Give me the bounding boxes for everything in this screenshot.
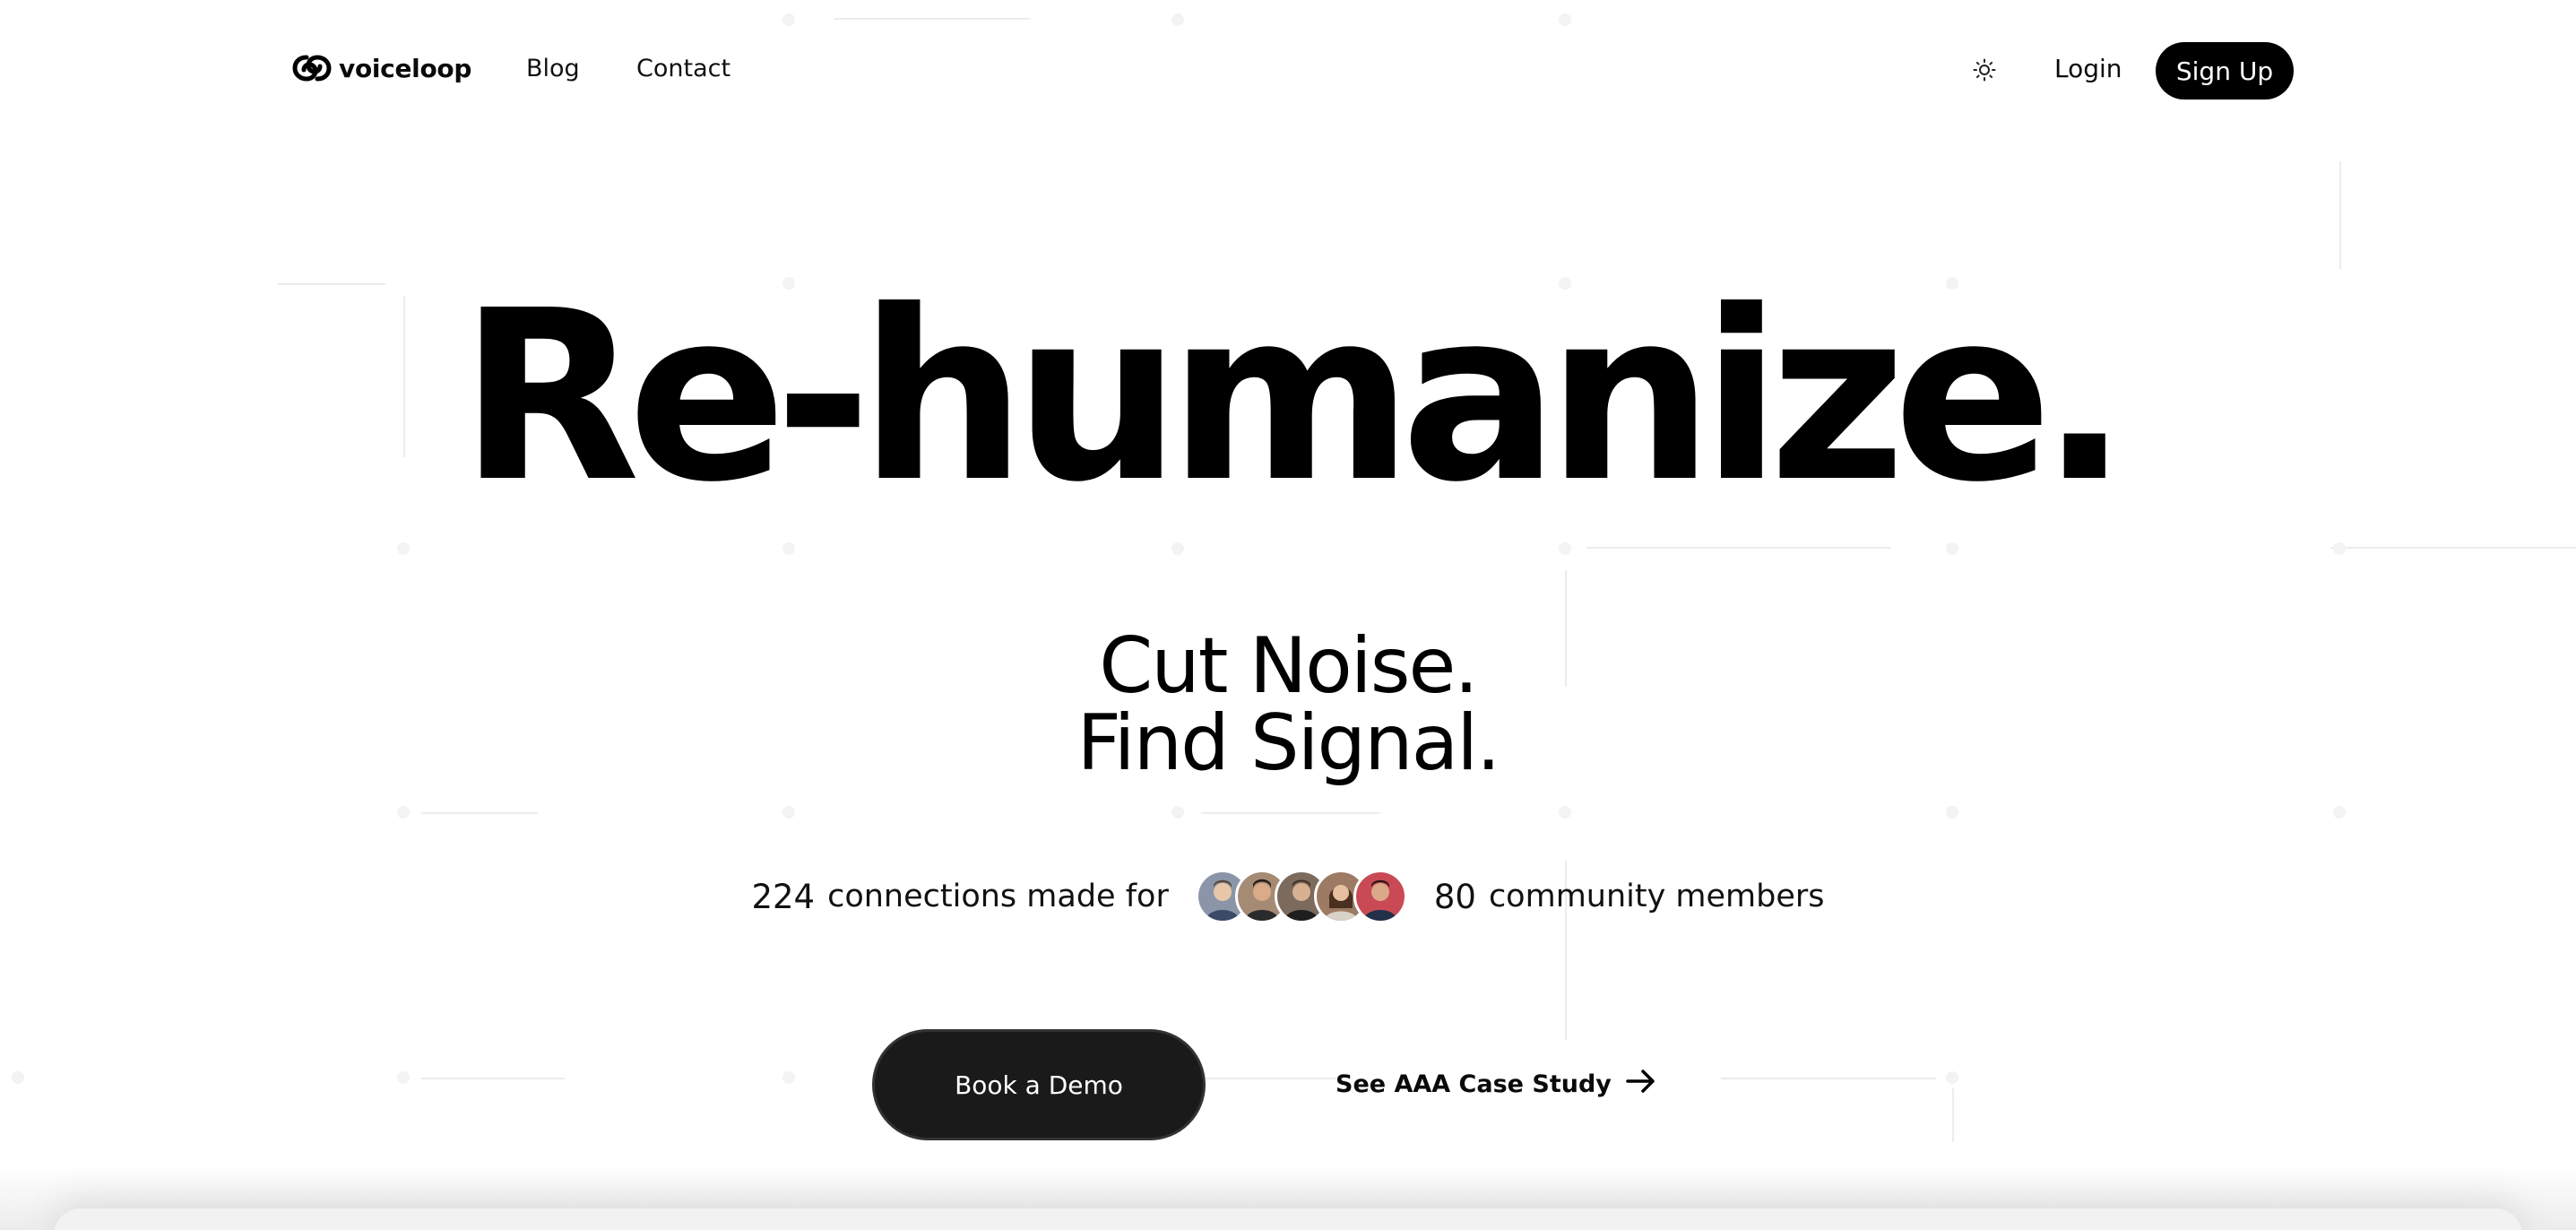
subhead-line-1: Cut Noise. (1099, 621, 1479, 711)
arrow-right-icon (1626, 1069, 1656, 1100)
members-count: 80 (1433, 877, 1476, 916)
hero-headline: Re-humanize. (459, 260, 2129, 533)
case-study-link[interactable]: See AAA Case Study (1336, 1069, 1656, 1100)
case-study-label: See AAA Case Study (1336, 1070, 1612, 1098)
brand-logo[interactable]: voiceloop (292, 52, 471, 84)
avatar-stack (1195, 870, 1407, 923)
login-link[interactable]: Login (2054, 54, 2122, 83)
brand-name: voiceloop (339, 53, 472, 83)
community-stats: 224 connections made for 80 community me… (0, 870, 2576, 923)
nav-link-blog[interactable]: Blog (526, 55, 580, 82)
person-avatar-5 (1353, 870, 1407, 923)
theme-toggle-button[interactable] (1971, 58, 1998, 85)
hero-subheadline: Cut Noise. Find Signal. (0, 628, 2576, 782)
landing-page: voiceloop Blog Contact Login Sign Up Re-… (0, 0, 2576, 1230)
next-section-card (54, 1208, 2522, 1230)
members-text: community members (1488, 879, 1825, 914)
book-demo-button[interactable]: Book a Demo (872, 1029, 1206, 1140)
connections-count: 224 (751, 877, 816, 916)
subhead-line-2: Find Signal. (1076, 698, 1500, 788)
nav-link-contact[interactable]: Contact (636, 55, 730, 82)
voiceloop-logo-icon (292, 52, 332, 84)
sun-icon (1973, 58, 1996, 85)
signup-button[interactable]: Sign Up (2156, 42, 2294, 100)
top-navigation: voiceloop Blog Contact Login Sign Up (0, 0, 2576, 143)
connections-text: connections made for (827, 879, 1169, 914)
